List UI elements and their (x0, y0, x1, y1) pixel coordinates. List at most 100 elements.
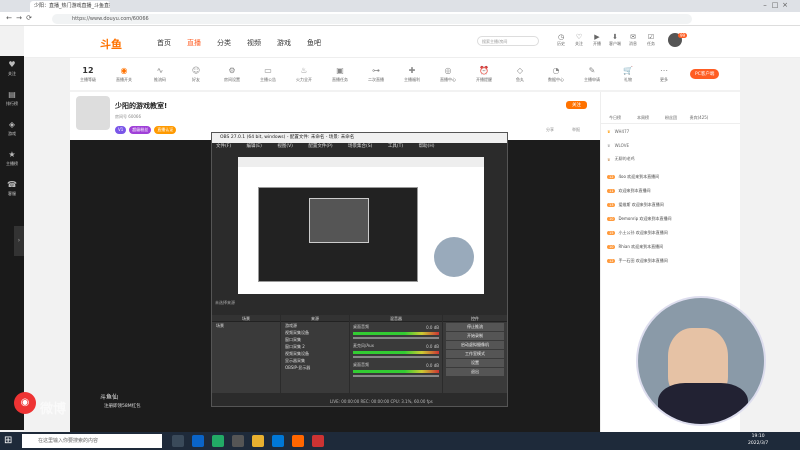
rank-row[interactable]: ♛ 无聊的老鸡 (601, 152, 740, 166)
sidebar-item-game[interactable]: ◈ 游戏 (0, 116, 24, 146)
category-cart[interactable]: 🛒 礼物 (610, 66, 646, 83)
category-data[interactable]: ◔ 数据中心 (538, 66, 574, 83)
category-fire[interactable]: ♨ 火力全开 (286, 66, 322, 83)
virtual-camera-button[interactable]: 启动虚拟摄像机 (446, 341, 504, 349)
history-icon[interactable]: ◷ 历史 (552, 33, 570, 47)
collapse-handle[interactable]: › (14, 226, 24, 256)
sidebar-item-ranking[interactable]: ▤ 排行榜 (0, 86, 24, 116)
edge-icon[interactable] (192, 435, 204, 447)
volume-slider[interactable] (353, 337, 439, 339)
category-apply[interactable]: ✎ 主播申请 (574, 66, 610, 83)
category-diamond[interactable]: ◇ 鱼丸 (502, 66, 538, 83)
sidebar-item-service[interactable]: ☎ 客服 (0, 176, 24, 206)
category-alarm[interactable]: ⏰ 开播提醒 (466, 66, 502, 83)
exit-button[interactable]: 退出 (446, 368, 504, 376)
tab-vip[interactable]: 贵宾(425) (685, 115, 713, 121)
share-button[interactable]: 分享 (546, 127, 554, 133)
volume-slider[interactable] (353, 375, 439, 377)
source-item[interactable]: 显示器采集 (281, 357, 349, 364)
menu-tools[interactable]: 工具(T) (388, 144, 403, 149)
task-icon[interactable]: ☑ 任务 (642, 33, 660, 47)
nav-video[interactable]: 视频 (247, 38, 261, 48)
forward-icon[interactable]: → (14, 14, 24, 22)
volume-meter (353, 370, 439, 373)
category-wave[interactable]: ∿ 推流码 (142, 66, 178, 83)
close-icon[interactable]: × (780, 1, 790, 9)
app-icon[interactable] (212, 435, 224, 447)
source-item[interactable]: 视频采集设备 (281, 350, 349, 357)
follow-icon[interactable]: ♡ 关注 (570, 33, 588, 47)
weibo-logo-icon: ◉ (14, 392, 36, 414)
tab-week[interactable]: 本周榜 (629, 115, 657, 121)
category-switch[interactable]: ◉ 直播开关 (106, 66, 142, 83)
source-item[interactable]: 窗口采集 2 (281, 343, 349, 350)
back-icon[interactable]: ← (4, 14, 14, 22)
category-friends[interactable]: ☺ 好友 (178, 66, 214, 83)
tab-fans[interactable]: 粉丝团 (657, 115, 685, 121)
url-input[interactable]: https://www.douyu.com/60066 (52, 14, 692, 24)
menu-help[interactable]: 帮助(H) (419, 144, 435, 149)
search-input[interactable]: 搜索主播/房间 (477, 36, 539, 46)
source-item[interactable]: 窗口采集 (281, 336, 349, 343)
nav-yuba[interactable]: 鱼吧 (307, 38, 321, 48)
category-level[interactable]: 12 主播等级 (70, 66, 106, 83)
browser-tab[interactable]: 少阳：直播_热门游戏直播_斗鱼直播 (30, 1, 110, 12)
chat-message: 10 Demonrip 欢迎来到本直播间 (607, 216, 672, 221)
task-view-icon[interactable] (172, 435, 184, 447)
obs-preview[interactable] (238, 157, 484, 294)
studio-mode-button[interactable]: 工作室模式 (446, 350, 504, 358)
menu-scene-collection[interactable]: 场景集合(S) (348, 144, 372, 149)
menu-profile[interactable]: 配置文件(P) (308, 144, 332, 149)
category-notice[interactable]: ▭ 主播公告 (250, 66, 286, 83)
category-task[interactable]: ▣ 直播任务 (322, 66, 358, 83)
notice-icon: ▭ (264, 65, 272, 75)
nav-game[interactable]: 游戏 (277, 38, 291, 48)
sidebar-item-follow[interactable]: ♥ 关注 (0, 56, 24, 86)
category-more[interactable]: ⋯ 更多 (646, 66, 682, 83)
refresh-icon[interactable]: ⟳ (24, 14, 34, 22)
category-settings[interactable]: ⚙ 房间设置 (214, 66, 250, 83)
nav-live[interactable]: 直播 (187, 38, 201, 48)
taskbar-clock[interactable]: 19:10 2022/3/7 (748, 433, 768, 447)
source-item[interactable]: 视频采集设备 (281, 329, 349, 336)
sidebar-item-anchor[interactable]: ★ 主播榜 (0, 146, 24, 176)
taskbar-search-input[interactable]: 在这里输入你要搜索的内容 (22, 434, 162, 448)
app2-icon[interactable] (312, 435, 324, 447)
client-icon[interactable]: ⬇ 客户端 (606, 33, 624, 47)
category-toggle[interactable]: ⊶ 二次直播 (358, 66, 394, 83)
volume-meter (353, 351, 439, 354)
category-gift[interactable]: ✚ 主播福利 (394, 66, 430, 83)
start-record-button[interactable]: 开始录制 (446, 332, 504, 340)
menu-edit[interactable]: 编辑(E) (247, 144, 262, 149)
rank-row[interactable]: ♛ WLOVE (601, 138, 740, 152)
start-icon[interactable]: ⊞ (4, 435, 12, 446)
broadcast-icon[interactable]: ▶ 开播 (588, 33, 606, 47)
menu-file[interactable]: 文件(F) (216, 144, 231, 149)
category-center[interactable]: ◎ 直播中心 (430, 66, 466, 83)
webcam-overlay (636, 296, 766, 426)
maximize-icon[interactable]: □ (770, 1, 780, 9)
source-item[interactable]: 游戏源 (281, 322, 349, 329)
nav-home[interactable]: 首页 (157, 38, 171, 48)
message-icon[interactable]: ✉ 消息 (624, 33, 642, 47)
stop-stream-button[interactable]: 停止推流 (446, 323, 504, 331)
scene-item[interactable]: 场景 (212, 322, 280, 329)
menu-view[interactable]: 视图(V) (277, 144, 293, 149)
nav-category[interactable]: 分类 (217, 38, 231, 48)
site-logo[interactable]: 斗鱼 (100, 36, 122, 52)
obs-icon[interactable] (232, 435, 244, 447)
follow-button[interactable]: 关注 (566, 101, 587, 109)
minimize-icon[interactable]: – (760, 1, 770, 9)
room-avatar[interactable] (76, 96, 110, 130)
douyu-icon[interactable] (292, 435, 304, 447)
pc-client-button[interactable]: PC客户端 (690, 69, 720, 79)
rank-row[interactable]: ♛ WH477 (601, 124, 740, 138)
volume-slider[interactable] (353, 356, 439, 358)
report-button[interactable]: 举报 (572, 127, 580, 133)
folder-icon[interactable] (252, 435, 264, 447)
store-icon[interactable] (272, 435, 284, 447)
tab-today[interactable]: 今日榜 (601, 115, 629, 121)
chat-message: 12 4oo 欢迎来到本直播间 (607, 174, 660, 179)
settings-button[interactable]: 设置 (446, 359, 504, 367)
source-item[interactable]: OBSIP-显示器 (281, 364, 349, 371)
